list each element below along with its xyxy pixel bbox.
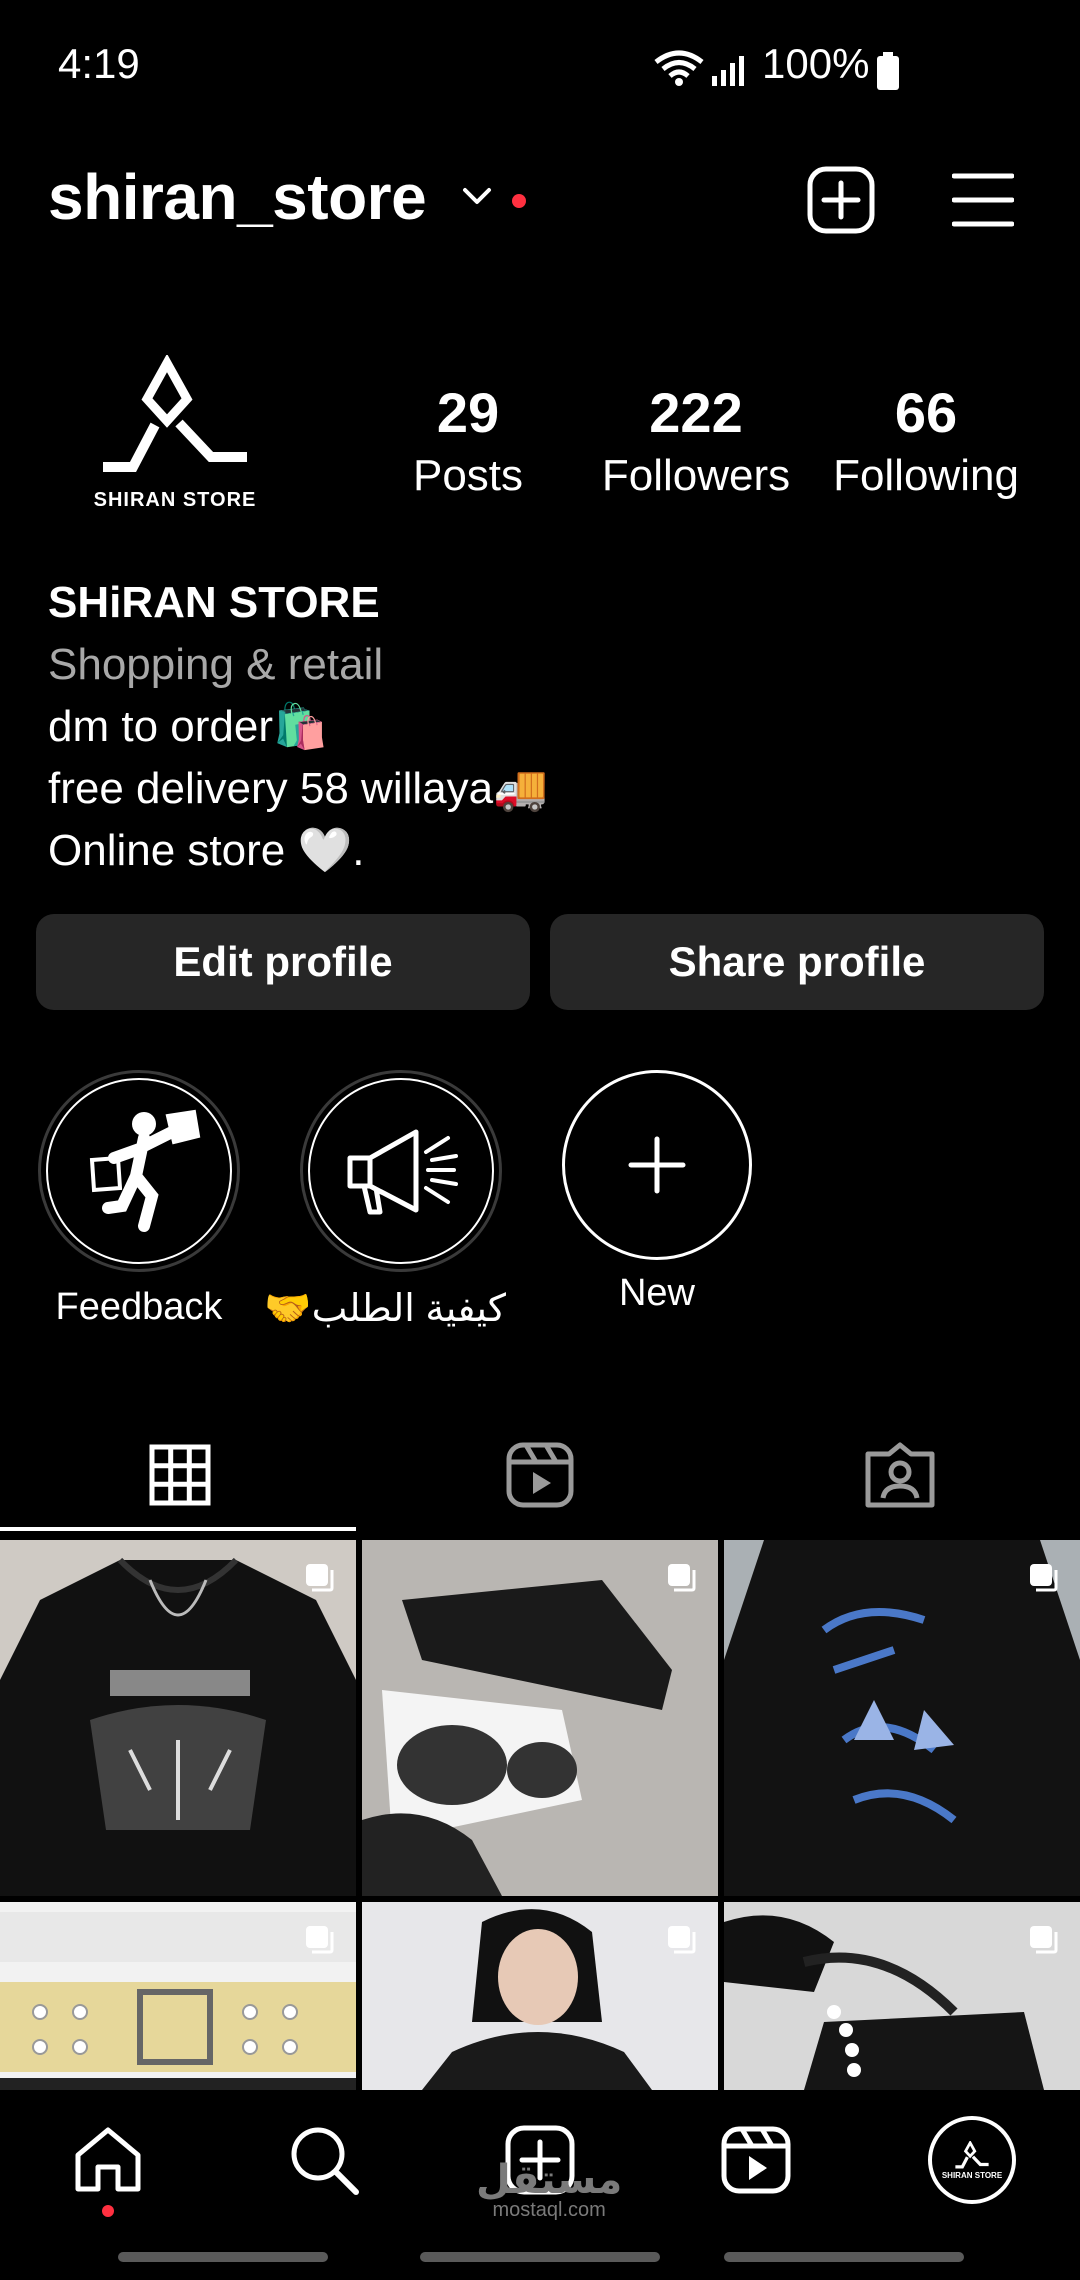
wifi-icon bbox=[652, 48, 706, 93]
gesture-bar bbox=[724, 2252, 964, 2262]
notification-dot bbox=[512, 194, 526, 208]
multiple-posts-icon bbox=[306, 1926, 334, 1954]
highlight-feedback[interactable]: Feedback bbox=[34, 1070, 244, 1329]
nav-reels[interactable] bbox=[648, 2090, 864, 2230]
bio-line-1: dm to order🛍️ bbox=[48, 702, 328, 751]
highlight-ring bbox=[300, 1070, 502, 1272]
create-post-icon[interactable] bbox=[806, 165, 876, 240]
battery-percent: 100% bbox=[762, 40, 870, 87]
followers-label: Followers bbox=[601, 451, 791, 500]
watermark: مستقل mostaql.com bbox=[476, 2160, 622, 2220]
account-username[interactable]: shiran_store bbox=[48, 160, 427, 234]
megaphone-icon bbox=[308, 1078, 494, 1264]
home-icon bbox=[75, 2127, 141, 2192]
post-image bbox=[362, 1540, 718, 1896]
profile-avatar[interactable]: SHIRAN STORE bbox=[40, 318, 310, 548]
active-tab-indicator bbox=[0, 1527, 356, 1531]
gesture-bar bbox=[118, 2252, 328, 2262]
post-image bbox=[362, 1902, 718, 2090]
share-profile-button[interactable]: Share profile bbox=[550, 914, 1044, 1010]
avatar-brand-text: SHIRAN STORE bbox=[93, 488, 257, 511]
multiple-posts-icon bbox=[306, 1564, 334, 1592]
profile-category: Shopping & retail bbox=[48, 640, 384, 689]
bio-line-2: free delivery 58 willaya🚚 bbox=[48, 764, 548, 813]
multiple-posts-icon bbox=[1030, 1926, 1058, 1954]
status-time: 4:19 bbox=[58, 40, 140, 87]
nav-search[interactable] bbox=[216, 2090, 432, 2230]
post-image bbox=[0, 1902, 356, 2090]
profile-bio: SHiRAN STORE Shopping & retail dm to ord… bbox=[48, 572, 548, 882]
nav-profile[interactable]: SHIRAN STORE bbox=[864, 2090, 1080, 2230]
followers-count: 222 bbox=[649, 381, 743, 444]
signal-icon bbox=[712, 54, 748, 91]
edit-profile-button[interactable]: Edit profile bbox=[36, 914, 530, 1010]
stat-posts[interactable]: 29 Posts bbox=[358, 380, 578, 501]
highlight-label: Feedback bbox=[55, 1286, 223, 1328]
profile-avatar-small: SHIRAN STORE bbox=[928, 2116, 1016, 2204]
post-image bbox=[724, 1902, 1080, 2090]
multiple-posts-icon bbox=[668, 1564, 696, 1592]
highlight-ring bbox=[38, 1070, 240, 1272]
post-thumbnail[interactable] bbox=[0, 1902, 356, 2090]
post-thumbnail[interactable] bbox=[362, 1902, 718, 2090]
posts-count: 29 bbox=[436, 381, 500, 444]
profile-display-name: SHiRAN STORE bbox=[48, 578, 380, 627]
chevron-down-icon[interactable] bbox=[462, 186, 492, 211]
stat-following[interactable]: 66 Following bbox=[816, 380, 1036, 501]
watermark-arabic: مستقل bbox=[476, 2158, 623, 2202]
store-logo-icon bbox=[955, 2140, 989, 2168]
avatar-brand-text: SHIRAN STORE bbox=[941, 2170, 1003, 2180]
tab-tagged[interactable] bbox=[720, 1420, 1080, 1530]
shopping-person-icon bbox=[46, 1078, 232, 1264]
highlight-how-to-order[interactable]: كيفية الطلب🤝 bbox=[264, 1070, 506, 1331]
reels-icon bbox=[506, 1442, 574, 1508]
store-logo-icon bbox=[103, 354, 247, 472]
highlight-label: كيفية الطلب🤝 bbox=[264, 1288, 506, 1330]
post-thumbnail[interactable] bbox=[0, 1540, 356, 1896]
battery-icon bbox=[876, 52, 900, 95]
tab-posts-grid[interactable] bbox=[0, 1420, 360, 1530]
highlight-label: New bbox=[618, 1272, 696, 1314]
reels-icon bbox=[721, 2126, 791, 2194]
post-thumbnail[interactable] bbox=[362, 1540, 718, 1896]
watermark-latin: mostaql.com bbox=[492, 2199, 606, 2221]
home-activity-dot bbox=[102, 2205, 114, 2217]
plus-icon bbox=[562, 1070, 752, 1260]
multiple-posts-icon bbox=[668, 1926, 696, 1954]
following-label: Following bbox=[833, 451, 1019, 500]
gesture-bar bbox=[420, 2252, 660, 2262]
tab-reels[interactable] bbox=[360, 1420, 720, 1530]
post-thumbnail[interactable] bbox=[724, 1902, 1080, 2090]
tagged-person-icon bbox=[865, 1442, 935, 1508]
post-image bbox=[0, 1540, 356, 1896]
stat-followers[interactable]: 222 Followers bbox=[586, 380, 806, 501]
highlight-new[interactable]: New bbox=[552, 1070, 762, 1315]
multiple-posts-icon bbox=[1030, 1564, 1058, 1592]
posts-label: Posts bbox=[412, 451, 524, 500]
grid-icon bbox=[149, 1444, 211, 1506]
search-icon bbox=[291, 2127, 359, 2195]
post-image bbox=[724, 1540, 1080, 1896]
menu-icon[interactable] bbox=[951, 172, 1015, 233]
post-thumbnail[interactable] bbox=[724, 1540, 1080, 1896]
following-count: 66 bbox=[894, 381, 958, 444]
bio-line-3: Online store 🤍. bbox=[48, 826, 365, 875]
